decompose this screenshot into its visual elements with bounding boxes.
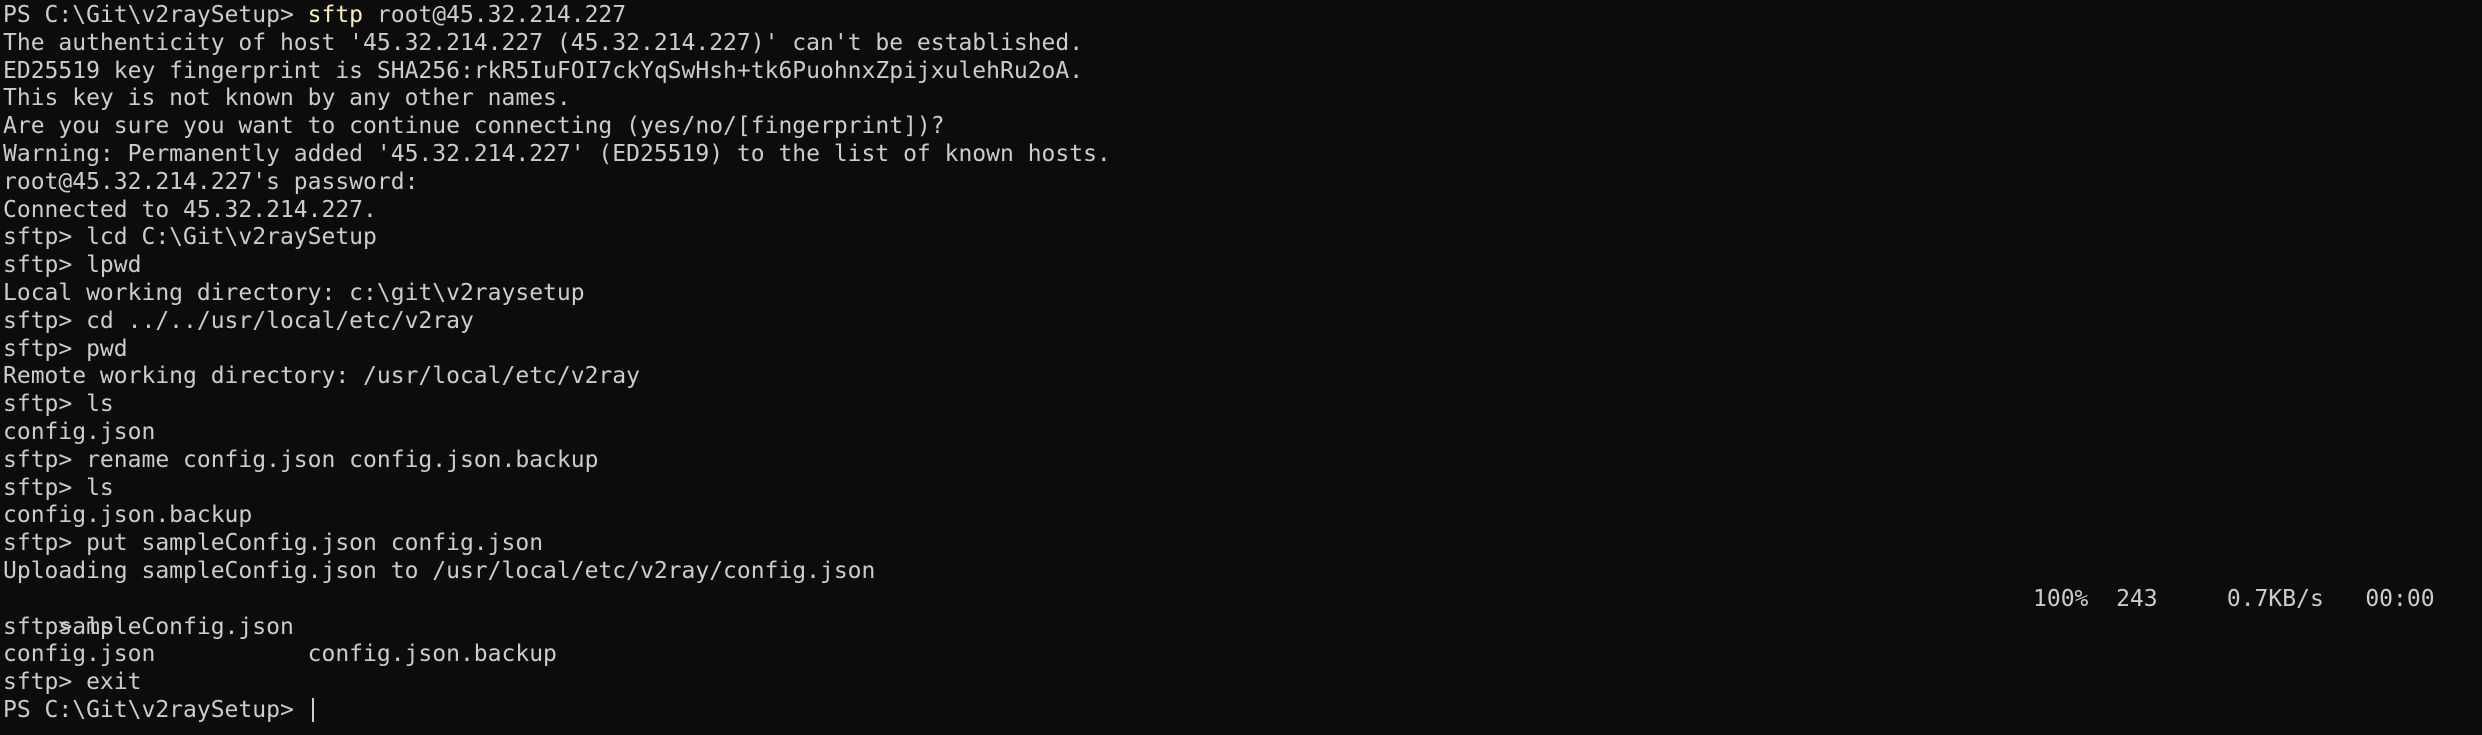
output-line: sftp> ls	[3, 474, 114, 501]
output-line: root@45.32.214.227's password:	[3, 168, 419, 195]
tail-block: sftp> ls config.json config.json.backup …	[3, 614, 2482, 697]
output-line: config.json config.json.backup	[3, 641, 557, 668]
output-line: Connected to 45.32.214.227.	[3, 196, 377, 223]
output-line: Uploading sampleConfig.json to /usr/loca…	[3, 557, 876, 584]
final-ps-prompt: PS C:\Git\v2raySetup>	[3, 696, 308, 723]
output-line: sftp> lpwd	[3, 252, 142, 279]
command-args: root@45.32.214.227	[363, 2, 627, 28]
ps-prompt: PS C:\Git\v2raySetup>	[3, 2, 308, 28]
upload-progress-line: sampleConfig.json 100% 243 0.7KB/s 00:00	[3, 585, 2482, 640]
output-line: This key is not known by any other names…	[3, 85, 571, 112]
output-line: sftp> exit	[3, 669, 142, 696]
output-line: sftp> cd ../../usr/local/etc/v2ray	[3, 307, 474, 334]
output-line: sftp> ls	[3, 613, 114, 640]
progress-stats: 100% 243 0.7KB/s 00:00	[2033, 585, 2435, 612]
terminal-window[interactable]: PS C:\Git\v2raySetup> sftp root@45.32.21…	[0, 0, 2482, 735]
output-line: The authenticity of host '45.32.214.227 …	[3, 29, 1084, 56]
output-line: sftp> rename config.json config.json.bac…	[3, 446, 599, 473]
output-line: Remote working directory: /usr/local/etc…	[3, 363, 640, 390]
output-line: config.json.backup	[3, 502, 253, 529]
output-line: sftp> ls	[3, 391, 114, 418]
active-prompt-line[interactable]: PS C:\Git\v2raySetup>	[3, 697, 2482, 725]
output-line: sftp> lcd C:\Git\v2raySetup	[3, 224, 377, 251]
output-line: Local working directory: c:\git\v2rayset…	[3, 279, 585, 306]
command-program: sftp	[307, 2, 364, 28]
text-cursor	[311, 697, 314, 722]
progress-filename: sampleConfig.json	[58, 613, 294, 640]
output-line: ED25519 key fingerprint is SHA256:rkR5Iu…	[3, 57, 1084, 84]
output-line: sftp> put sampleConfig.json config.json	[3, 530, 544, 557]
command-line-sftp: PS C:\Git\v2raySetup> sftp root@45.32.21…	[3, 2, 2482, 30]
output-line: Are you sure you want to continue connec…	[3, 113, 945, 140]
output-line: sftp> pwd	[3, 335, 128, 362]
output-line: config.json	[3, 418, 156, 445]
output-block: The authenticity of host '45.32.214.227 …	[3, 30, 2482, 586]
output-line: Warning: Permanently added '45.32.214.22…	[3, 140, 1111, 167]
